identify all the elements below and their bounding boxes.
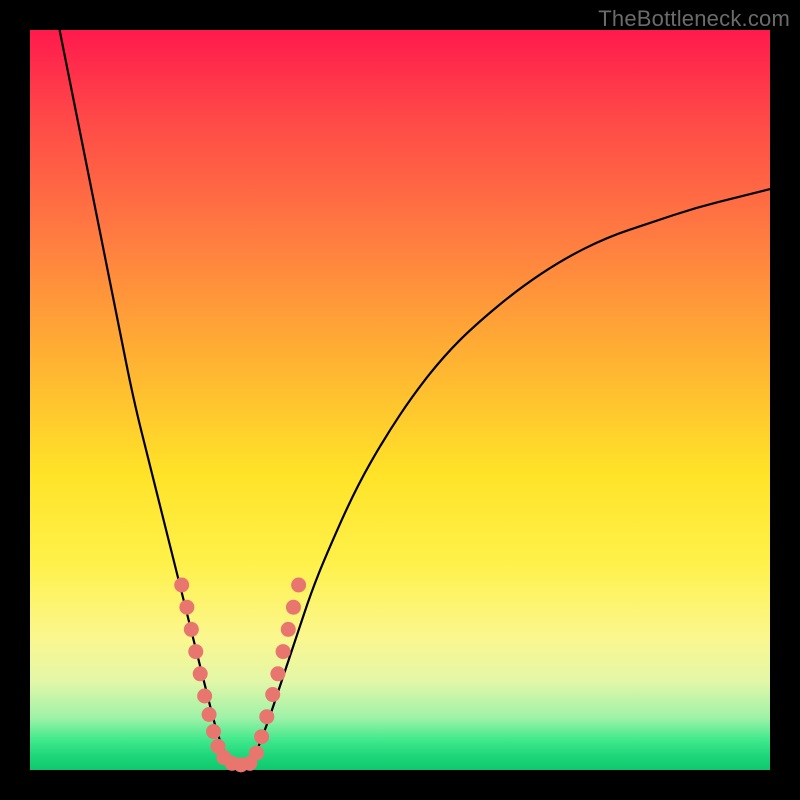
data-dot [281,622,296,637]
right-branch-curve [252,189,770,763]
data-dot [184,622,199,637]
data-dot [276,644,291,659]
data-dot [174,578,189,593]
data-dot [254,729,269,744]
data-dot [291,578,306,593]
data-dot [188,644,203,659]
data-dot [202,707,217,722]
left-branch-curve [60,30,230,763]
chart-frame [30,30,770,770]
data-dot [206,724,221,739]
data-dot [193,666,208,681]
dot-layer [174,578,306,773]
data-dot [286,600,301,615]
data-dot [179,600,194,615]
data-dot [197,689,212,704]
chart-svg [30,30,770,770]
data-dot [259,709,274,724]
data-dot [249,745,264,760]
data-dot [270,666,285,681]
watermark-text: TheBottleneck.com [598,6,790,32]
data-dot [265,687,280,702]
